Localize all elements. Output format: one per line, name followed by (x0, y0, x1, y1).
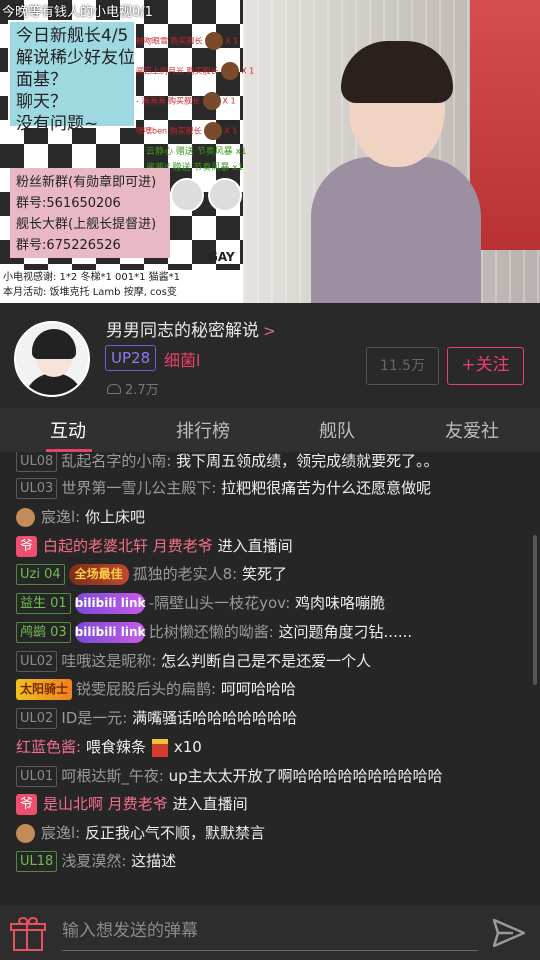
chat-message: 益生 01 bilibili link -隔壁山头一枝花yov: 鸡肉味咯嘣脆 (16, 590, 385, 616)
spicy-strip-icon (151, 738, 168, 757)
stream-overlay-title: 今晚等有钱人的小电视0/1 (2, 5, 153, 20)
chat-message: UL18 浅夏漠然: 这描述 (16, 848, 176, 874)
chevron-right-icon: > (263, 322, 276, 340)
gift-icon (204, 122, 223, 140)
title-badge: 太阳骑士 (16, 679, 73, 700)
gift-icon (221, 62, 240, 80)
thanks-ticker: 小电视感谢: 1*2 冬梯*1 001*1 猫酱*1 本月活动: 饭堆克托 La… (0, 270, 243, 303)
live-room-screen: 今晚等有钱人的小电视0/1 今日新舰长4/5 解说稀少好友位 面基？ 聊天？ 没… (0, 0, 540, 960)
chat-message: UL01 呵根达斯_午夜: up主太太开放了啊哈哈哈哈哈哈哈哈哈哈 (16, 763, 443, 789)
captain-icon (16, 824, 35, 843)
sticky-note: 今日新舰长4/5 解说稀少好友位 面基？ 聊天？ 没有问题~ (8, 20, 136, 134)
chat-scrollbar[interactable] (533, 535, 537, 685)
follow-button[interactable]: +关注 (447, 347, 524, 385)
streamer-name[interactable]: 细菌l (164, 347, 200, 371)
fan-count: 2.7万 (107, 379, 159, 398)
gift-entry: 嘿嘿ben 购买舰长 X 1 (136, 122, 237, 140)
chat-message: UL02 ID是一元: 满嘴骚话哈哈哈哈哈哈哈 (16, 705, 297, 731)
fan-group-card: 粉丝新群(有勋章即可进) 群号:561650206 舰长大群(上舰长提督进) 群… (10, 168, 170, 258)
chat-message: 鸬鹚 03 bilibili link 比树懒还懒的呦酱: 这问题角度刁钻.....… (16, 619, 412, 645)
tab-bar: 互动 排行榜 舰队 友爱社 (0, 408, 540, 452)
fan-medal-badge: Uzi 04 (16, 564, 65, 585)
streamer-image (311, 41, 481, 303)
title-badge: 全场最佳 (68, 564, 129, 585)
user-level-badge: UL03 (16, 478, 58, 499)
chat-list[interactable]: UL08 乱起名字的小南: 我下周五领成绩，领完成绩就要死了。。 UL03 世界第一… (0, 452, 540, 905)
tab-ranking[interactable]: 排行榜 (176, 408, 230, 452)
gift-entry: 闻巴上的月光 购买舰长 X 1 (136, 62, 254, 80)
user-level-badge: UL02 (16, 708, 58, 729)
video-player[interactable]: 今晚等有钱人的小电视0/1 今日新舰长4/5 解说稀少好友位 面基？ 聊天？ 没… (0, 0, 540, 303)
gift-icon (205, 32, 224, 50)
vip-lord-icon: 爷 (16, 794, 37, 815)
chat-message: UL08 乱起名字的小南: 我下周五领成绩，领完成绩就要死了。。 (16, 452, 439, 474)
gift-entry: 被吻眼雪 购买舰长 X 1 (136, 32, 238, 50)
title-badge: bilibili link (74, 593, 145, 614)
chat-message: Uzi 04 全场最佳 孤独的老实人8: 笑死了 (16, 561, 287, 587)
user-level-badge: UL02 (16, 651, 58, 672)
chat-message: 爷是山北啊 月费老爷 进入直播间 (16, 791, 248, 817)
room-title[interactable]: 男男同志的秘密解说 > (106, 316, 276, 341)
gift-icon[interactable] (10, 917, 46, 951)
people-icon (107, 384, 121, 394)
tab-fleet[interactable]: 舰队 (319, 408, 355, 452)
input-bar (0, 905, 540, 960)
chat-message: UL02 哇哦这是昵称: 怎么判断自己是不是还爱一个人 (16, 648, 371, 674)
streamer-avatar[interactable] (14, 321, 90, 397)
chat-message: 爷白起的老婆北轩 月费老爷 进入直播间 (16, 533, 293, 559)
chat-gift-message: 红蓝色酱: 喂食辣条 x10 (16, 738, 202, 757)
avatar (208, 178, 242, 212)
user-level-badge: UL01 (16, 766, 58, 787)
up-level-badge: UP28 (105, 345, 157, 371)
chat-message: 太阳骑士 锐雯屁股后头的扁鹊: 呵呵哈哈哈 (16, 676, 296, 702)
overlay-text: GAY (208, 250, 235, 264)
captain-icon (16, 508, 35, 527)
vip-lord-icon: 爷 (16, 536, 37, 557)
user-level-badge: UL08 (16, 452, 58, 472)
popularity-count: 11.5万 (366, 347, 439, 385)
fan-medal-badge: UL18 (16, 851, 58, 872)
tab-interaction[interactable]: 互动 (50, 408, 86, 452)
room-info: 男男同志的秘密解说 > UP28 细菌l 2.7万 11.5万 +关注 (0, 303, 540, 408)
chat-message: 宸逸l: 你上床吧 (16, 504, 145, 530)
title-badge: bilibili link (74, 622, 145, 643)
fan-medal-badge: 益生 01 (16, 593, 71, 614)
gift-icon (202, 92, 221, 110)
gift-message: 云静心 赠送 节奏风暴 x1 (146, 147, 247, 157)
tab-fan-club[interactable]: 友爱社 (445, 408, 499, 452)
send-icon[interactable] (493, 919, 525, 947)
gift-entry: - 海海海 购买舰长 X 1 (136, 92, 236, 110)
camera-feed (243, 0, 540, 303)
chat-message: UL03 世界第一雪儿公主殿下: 拉粑粑很痛苦为什么还愿意做呢 (16, 475, 431, 501)
avatar (170, 178, 204, 212)
fan-medal-badge: 鸬鹚 03 (16, 622, 71, 643)
danmaku-input[interactable] (62, 911, 478, 951)
chat-message: 宸逸l: 反正我心气不顺，默默禁言 (16, 820, 265, 846)
